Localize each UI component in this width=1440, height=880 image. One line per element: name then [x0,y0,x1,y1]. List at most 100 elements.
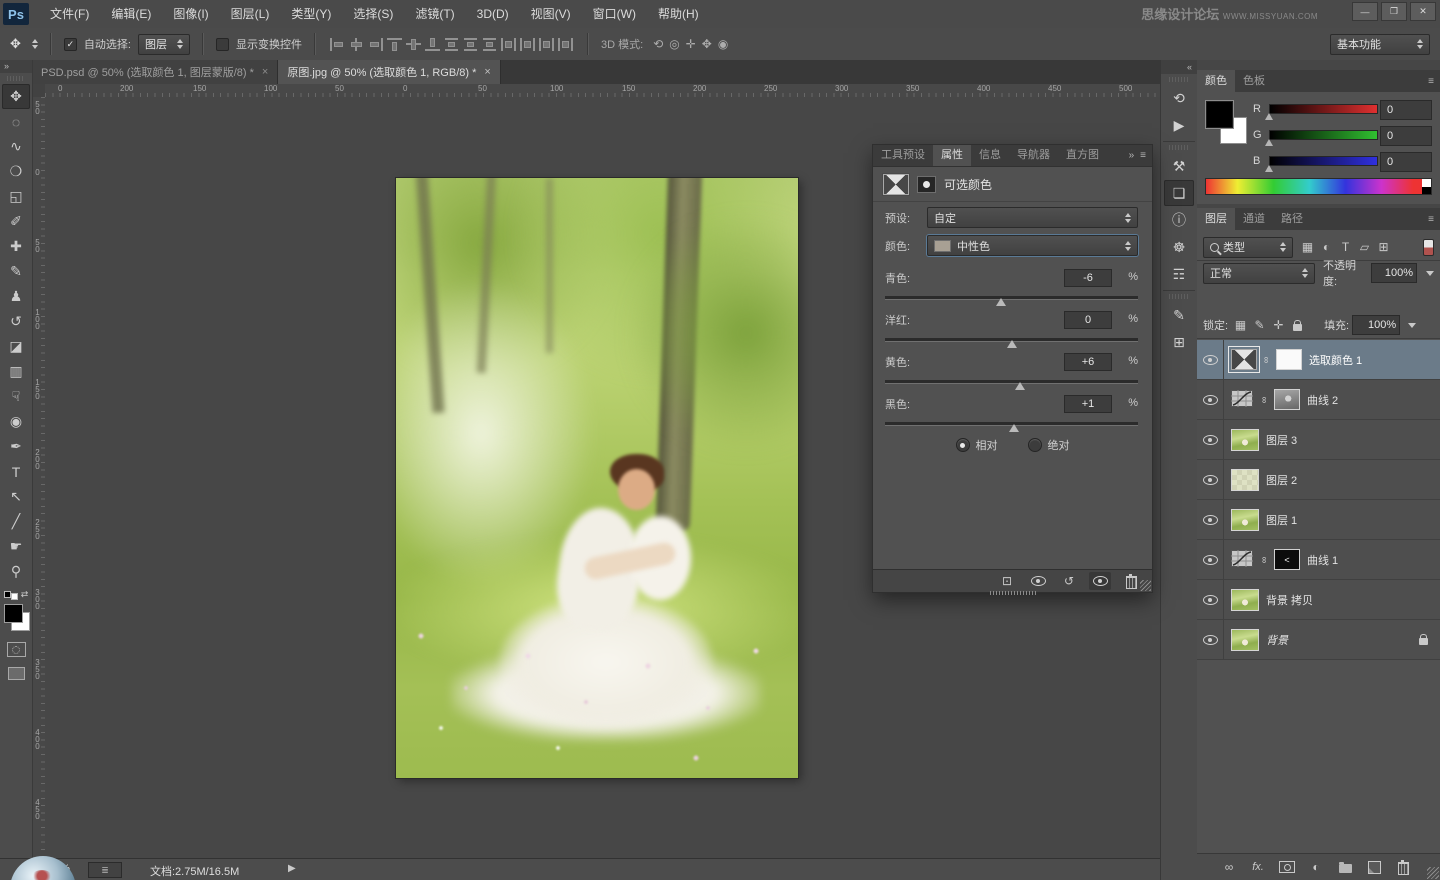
quick-selection-tool[interactable]: ❍ [2,159,30,184]
layer-name[interactable]: 曲线 2 [1307,392,1338,408]
blend-mode-dropdown[interactable]: 正常 [1203,263,1315,284]
slider-value-field[interactable]: +6 [1064,353,1112,371]
layer-row-7[interactable]: 背景 拷贝 [1197,580,1440,620]
auto-select-checkbox[interactable]: ✓ [64,38,77,51]
menu-item-5[interactable]: 类型(Y) [280,0,342,28]
distribute-vcenter-icon[interactable] [463,38,478,51]
slider-value-field[interactable]: 0 [1064,311,1112,329]
menu-item-7[interactable]: 滤镜(T) [404,0,465,28]
align-right-icon[interactable] [368,38,383,51]
channel-thumb[interactable] [1265,165,1273,172]
new-layer-icon[interactable] [1363,858,1385,876]
layer-visibility-toggle[interactable] [1197,580,1224,619]
dodge-tool[interactable]: ◉ [2,409,30,434]
tool-presets-panel-icon[interactable]: ⚒ [1164,153,1194,179]
tab-close-icon[interactable]: × [484,66,490,78]
move-tool[interactable]: ✥ [2,84,30,109]
properties-tab-2[interactable]: 属性 [933,145,971,166]
document-tab-1[interactable]: PSD.psd @ 50% (选取颜色 1, 图层蒙版/8) *× [32,60,278,84]
eyedropper-tool[interactable]: ✐ [2,209,30,234]
distribute-top-icon[interactable] [444,38,459,51]
status-options-button[interactable]: ≣ [88,862,122,878]
restore-button[interactable]: ❐ [1381,2,1407,21]
3d-camera-icon[interactable]: ◉ [718,37,728,51]
layer-row-5[interactable]: 图层 1 [1197,500,1440,540]
layer-visibility-toggle[interactable] [1197,460,1224,499]
layer-visibility-toggle[interactable] [1197,420,1224,459]
slider-track[interactable] [885,296,1138,300]
lock-all-icon[interactable] [1288,316,1307,334]
panel-menu-icon[interactable]: ≡ [1428,214,1434,225]
actions-panel-icon[interactable]: ▶ [1164,112,1194,138]
distribute-right-icon[interactable] [539,38,554,51]
visibility-toggle-icon[interactable] [1089,572,1111,590]
filter-adjustment-layers-icon[interactable]: ◐ [1317,238,1336,256]
close-button[interactable]: ✕ [1410,2,1436,21]
fill-field[interactable]: 100% [1352,315,1400,335]
resize-grip-icon[interactable] [1427,867,1439,879]
layer-row-2[interactable]: ∞曲线 2 [1197,380,1440,420]
channel-slider[interactable] [1269,130,1378,140]
dock-grip[interactable] [1169,145,1189,150]
document-tab-2[interactable]: 原图.jpg @ 50% (选取颜色 1, RGB/8) *× [278,60,500,84]
color-dropdown[interactable]: 中性色 [927,235,1138,256]
filter-pixel-layers-icon[interactable]: ▦ [1298,238,1317,256]
layer-row-8[interactable]: 背景 [1197,620,1440,660]
new-adjustment-layer-icon[interactable]: ◐ [1305,858,1327,876]
eraser-tool[interactable]: ◪ [2,334,30,359]
layer-visibility-toggle[interactable] [1197,380,1224,419]
layer-filter-toggle[interactable] [1423,239,1434,256]
color-panel-tab-1[interactable]: 颜色 [1197,70,1235,92]
lock-transparent-pixels-icon[interactable]: ▦ [1231,316,1250,334]
channel-thumb[interactable] [1265,139,1273,146]
layer-name[interactable]: 图层 3 [1266,432,1297,448]
info-panel-icon[interactable]: ⓘ [1164,207,1194,233]
minimize-button[interactable]: — [1352,2,1378,21]
lock-image-pixels-icon[interactable]: ✎ [1250,316,1269,334]
properties-tab-4[interactable]: 导航器 [1009,145,1058,166]
menu-item-10[interactable]: 窗口(W) [582,0,647,28]
panel-drag-handle[interactable] [990,591,1036,595]
crop-tool[interactable]: ◱ [2,184,30,209]
link-layers-icon[interactable]: ∞ [1218,858,1240,876]
zoom-tool[interactable]: ⚲ [2,559,30,584]
distribute-left-icon[interactable] [501,38,516,51]
radio-dot-icon[interactable] [956,438,970,452]
dock-grip[interactable] [1169,77,1189,82]
toolbar-collapse-icon[interactable]: » [0,60,32,73]
hand-tool[interactable]: ☛ [2,534,30,559]
slider-value-field[interactable]: +1 [1064,395,1112,413]
filter-type-layers-icon[interactable]: T [1336,238,1355,256]
layer-row-3[interactable]: 图层 3 [1197,420,1440,460]
navigator-panel-icon[interactable]: ☸ [1164,234,1194,260]
resize-grip-icon[interactable] [1140,580,1151,591]
radio-absolute[interactable]: 绝对 [1028,437,1070,453]
vertical-ruler[interactable]: 50050100150200250300350400450 [32,97,46,850]
align-bottom-icon[interactable] [425,38,440,51]
properties-tab-5[interactable]: 直方图 [1058,145,1107,166]
menu-item-11[interactable]: 帮助(H) [647,0,710,28]
horizontal-ruler[interactable]: 0200150100500501001502002503003504004505… [45,84,1160,98]
slider-thumb[interactable] [1007,340,1017,348]
3d-pan-icon[interactable]: ✛ [686,37,696,51]
tab-close-icon[interactable]: × [262,66,268,78]
healing-brush-tool[interactable]: ✚ [2,234,30,259]
toolbar-grip[interactable] [7,76,25,81]
clone-source-panel-icon[interactable]: ⊞ [1164,329,1194,355]
layer-mask-thumbnail[interactable]: < [1274,549,1300,570]
menu-item-3[interactable]: 图像(I) [162,0,219,28]
dock-grip[interactable] [1169,294,1189,299]
preset-dropdown[interactable]: 自定 [927,207,1138,228]
curves-thumbnail[interactable] [1231,550,1255,569]
properties-tab-1[interactable]: 工具预设 [873,145,933,166]
marquee-tool[interactable]: ◌ [2,109,30,134]
layer-name[interactable]: 背景 [1266,632,1288,648]
panel-menu-icon[interactable]: ≡ [1140,150,1146,161]
radio-relative[interactable]: 相对 [956,437,998,453]
gradient-tool[interactable]: ▥ [2,359,30,384]
layer-thumbnail[interactable] [1231,429,1259,451]
status-expand-icon[interactable]: ▶ [288,863,296,874]
clip-to-layer-icon[interactable]: ⊡ [996,572,1018,590]
brush-tool[interactable]: ✎ [2,259,30,284]
channel-value-field[interactable]: 0 [1380,100,1432,120]
